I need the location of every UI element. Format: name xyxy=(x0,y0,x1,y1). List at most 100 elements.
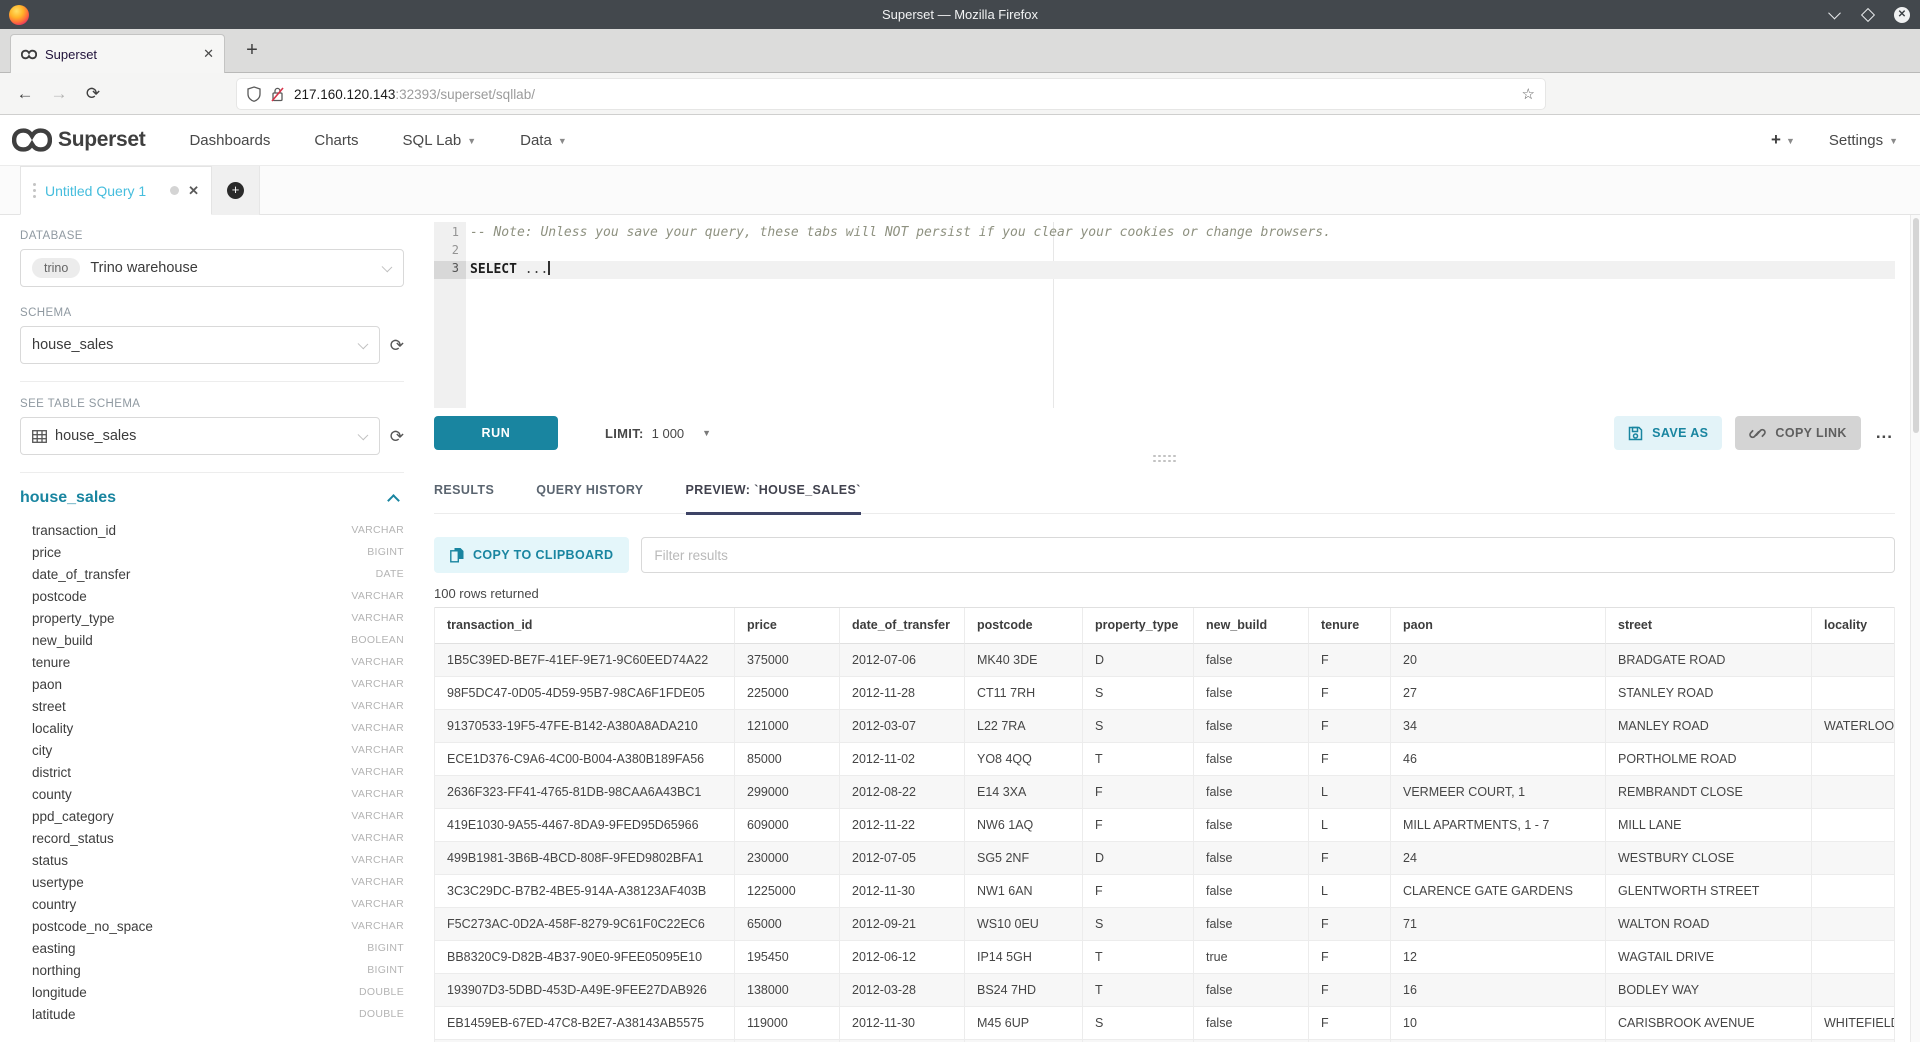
page-scrollbar[interactable] xyxy=(1910,215,1920,1042)
header-cell-street: street xyxy=(1606,608,1812,644)
table-cell: D xyxy=(1083,644,1194,677)
column-name: country xyxy=(32,897,351,912)
limit-dropdown[interactable]: LIMIT: 1 000 ▼ xyxy=(605,426,711,441)
insecure-lock-icon[interactable] xyxy=(271,87,284,102)
table-cell: 46 xyxy=(1391,743,1606,776)
results-tab-query-history[interactable]: QUERY HISTORY xyxy=(536,466,643,514)
table-cell: 609000 xyxy=(735,809,840,842)
database-select[interactable]: trino Trino warehouse xyxy=(20,249,404,287)
copy-link-button[interactable]: COPY LINK xyxy=(1735,416,1860,450)
column-name: price xyxy=(32,545,367,560)
column-type: BOOLEAN xyxy=(351,634,404,646)
column-type: VARCHAR xyxy=(351,788,404,800)
table-cell: 98F5DC47-0D05-4D59-95B7-98CA6F1FDE05 xyxy=(435,677,735,710)
table-cell: F xyxy=(1309,677,1391,710)
plus-circle-icon: + xyxy=(227,182,244,199)
nav-item-dashboards[interactable]: Dashboards xyxy=(189,132,270,149)
table-cell xyxy=(1812,809,1894,842)
table-schema-title[interactable]: house_sales xyxy=(20,489,389,507)
copy-to-clipboard-button[interactable]: COPY TO CLIPBOARD xyxy=(434,537,629,573)
refresh-schemas-icon[interactable]: ⟳ xyxy=(390,337,404,354)
column-type: DOUBLE xyxy=(359,986,404,998)
column-name: county xyxy=(32,787,351,802)
table-cell: WS10 0EU xyxy=(965,908,1083,941)
table-cell: 2012-11-22 xyxy=(840,809,965,842)
editor-line-number: 2 xyxy=(434,243,466,261)
table-column-row: transaction_idVARCHAR xyxy=(20,519,404,541)
superset-brand[interactable]: Superset xyxy=(12,128,145,152)
table-cell: 65000 xyxy=(735,908,840,941)
sql-editor[interactable]: 1-- Note: Unless you save your query, th… xyxy=(434,222,1895,408)
table-cell: false xyxy=(1194,908,1309,941)
table-column-row: districtVARCHAR xyxy=(20,761,404,783)
header-cell-tenure: tenure xyxy=(1309,608,1391,644)
navbar-menu: Dashboards Charts SQL Lab▼ Data▼ xyxy=(189,132,566,149)
navbar-add-button[interactable]: +▼ xyxy=(1771,130,1795,150)
header-cell-transaction_id: transaction_id xyxy=(435,608,735,644)
column-name: record_status xyxy=(32,831,351,846)
table-cell: false xyxy=(1194,1007,1309,1040)
reload-button[interactable]: ⟳ xyxy=(76,84,110,104)
table-value: house_sales xyxy=(55,428,136,444)
sqllab-main: 1-- Note: Unless you save your query, th… xyxy=(420,215,1920,1042)
table-cell: SG5 2NF xyxy=(965,842,1083,875)
table-column-row: streetVARCHAR xyxy=(20,695,404,717)
results-tab-results[interactable]: RESULTS xyxy=(434,466,494,514)
refresh-tables-icon[interactable]: ⟳ xyxy=(390,428,404,445)
table-column-row: property_typeVARCHAR xyxy=(20,607,404,629)
run-button[interactable]: RUN xyxy=(434,416,558,450)
pane-splitter[interactable] xyxy=(434,450,1895,466)
copy-icon xyxy=(450,547,464,563)
nav-item-data[interactable]: Data▼ xyxy=(520,132,567,149)
forward-button[interactable]: → xyxy=(42,84,76,104)
add-query-tab-button[interactable]: + xyxy=(212,166,260,215)
column-name: ppd_category xyxy=(32,809,351,824)
browser-tab[interactable]: Superset ✕ xyxy=(10,34,225,73)
divider xyxy=(20,472,404,473)
column-name: street xyxy=(32,699,351,714)
window-minimize-button[interactable] xyxy=(1826,7,1842,23)
results-tab-preview[interactable]: PREVIEW: `HOUSE_SALES` xyxy=(686,466,861,514)
table-cell: false xyxy=(1194,710,1309,743)
column-type: VARCHAR xyxy=(351,810,404,822)
url-text[interactable]: 217.160.120.143:32393/superset/sqllab/ xyxy=(294,87,1522,102)
sqllab-sidebar: DATABASE trino Trino warehouse SCHEMA ho… xyxy=(0,215,420,1042)
window-close-button[interactable]: ✕ xyxy=(1894,7,1910,23)
tracking-shield-icon[interactable] xyxy=(247,86,261,102)
collapse-chevron-up-icon[interactable] xyxy=(387,494,400,507)
drag-handle-icon[interactable] xyxy=(33,183,36,186)
query-tab[interactable]: Untitled Query 1 ✕ xyxy=(20,166,212,215)
table-cell: 225000 xyxy=(735,677,840,710)
column-type: VARCHAR xyxy=(351,876,404,888)
query-tab-close-icon[interactable]: ✕ xyxy=(188,183,199,199)
save-as-button[interactable]: SAVE AS xyxy=(1614,416,1722,450)
browser-tab-close-icon[interactable]: ✕ xyxy=(203,46,214,62)
more-actions-button[interactable]: ... xyxy=(1874,423,1895,443)
navbar-settings[interactable]: Settings▼ xyxy=(1829,132,1898,149)
bookmark-star-icon[interactable]: ☆ xyxy=(1522,85,1535,103)
column-name: district xyxy=(32,765,351,780)
filter-results-input[interactable] xyxy=(641,537,1895,573)
table-select[interactable]: house_sales xyxy=(20,417,380,455)
new-tab-button[interactable]: + xyxy=(238,39,266,62)
schema-select[interactable]: house_sales xyxy=(20,326,380,364)
table-cell: WALTON ROAD xyxy=(1606,908,1812,941)
nav-item-charts[interactable]: Charts xyxy=(314,132,358,149)
table-cell: F5C273AC-0D2A-458F-8279-9C61F0C22EC6 xyxy=(435,908,735,941)
table-row: ECE1D376-C9A6-4C00-B004-A380B189FA568500… xyxy=(435,743,1894,776)
chevron-down-icon: ▼ xyxy=(1786,136,1795,146)
url-bar[interactable]: 217.160.120.143:32393/superset/sqllab/ ☆ xyxy=(237,79,1545,109)
back-button[interactable]: ← xyxy=(8,84,42,104)
results-table-header: transaction_idpricedate_of_transferpostc… xyxy=(435,607,1894,644)
scrollbar-thumb[interactable] xyxy=(1913,218,1919,433)
table-cell: 138000 xyxy=(735,974,840,1007)
nav-item-sql-lab[interactable]: SQL Lab▼ xyxy=(403,132,477,149)
window-maximize-button[interactable] xyxy=(1860,7,1876,23)
table-column-row: tenureVARCHAR xyxy=(20,651,404,673)
column-type: BIGINT xyxy=(367,942,404,954)
superset-favicon-icon xyxy=(21,49,37,60)
column-name: easting xyxy=(32,941,367,956)
header-cell-date_of_transfer: date_of_transfer xyxy=(840,608,965,644)
table-column-row: eastingBIGINT xyxy=(20,937,404,959)
column-type: BIGINT xyxy=(367,546,404,558)
